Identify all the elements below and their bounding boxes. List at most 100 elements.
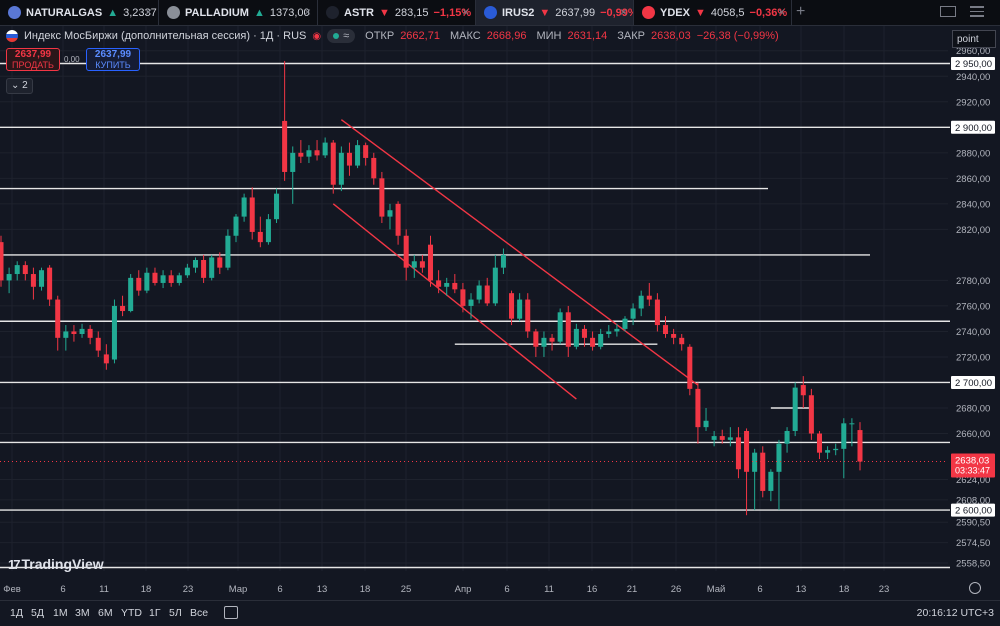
indicator-count: 2: [22, 80, 28, 91]
settings-gear-icon[interactable]: [969, 582, 981, 594]
candle-body: [525, 299, 531, 332]
candle-body: [87, 328, 93, 338]
market-status-pill[interactable]: ≈: [327, 29, 356, 43]
candle-body: [679, 337, 685, 345]
candle-body: [0, 242, 4, 281]
candle-body: [314, 150, 320, 156]
buy-button[interactable]: 2637,99 КУПИТЬ: [86, 48, 140, 71]
tradingview-logo[interactable]: 17 TradingView: [8, 556, 104, 572]
candle-body: [573, 328, 579, 347]
candle-body: [55, 299, 61, 338]
price-tick-label: 2680,00: [956, 404, 990, 415]
candle-body: [257, 231, 263, 243]
time-tick-label: Мар: [229, 584, 248, 595]
candle-body: [298, 152, 304, 157]
candle-body: [849, 423, 855, 425]
candle-body: [363, 145, 369, 158]
symbol-title[interactable]: Индекс МосБиржи (дополнительная сессия) …: [24, 30, 306, 42]
time-tick-label: Май: [707, 584, 726, 595]
candle-body: [136, 277, 142, 291]
candle-body: [744, 430, 750, 472]
close-value: 2638,03: [650, 30, 691, 42]
candle-body: [103, 354, 109, 364]
alert-bell-icon[interactable]: ◉: [312, 31, 321, 42]
candle-body: [687, 346, 693, 389]
time-tick-label: 11: [99, 584, 109, 595]
candle-body: [590, 337, 596, 347]
plot-area: [0, 26, 950, 571]
range-5Д[interactable]: 5Д: [31, 607, 44, 619]
candle-body: [6, 274, 12, 281]
candle-body: [727, 437, 733, 440]
price-tick-label: 2920,00: [956, 97, 990, 108]
candle-body: [630, 308, 636, 319]
candle-body: [152, 272, 158, 283]
time-tick-label: 6: [277, 584, 282, 595]
range-1Д[interactable]: 1Д: [10, 607, 23, 619]
time-tick-label: 23: [183, 584, 194, 595]
range-1М[interactable]: 1М: [53, 607, 68, 619]
time-tick-label: 26: [671, 584, 682, 595]
candle-body: [533, 331, 539, 347]
candle-body: [695, 388, 701, 428]
time-tick-label: 21: [627, 584, 638, 595]
candle-body: [444, 282, 450, 287]
sell-price: 2637,99: [14, 49, 52, 60]
candle-body: [460, 289, 466, 306]
candle-body: [30, 274, 36, 287]
level-price-label: 2 900,00: [955, 123, 992, 134]
candle-body: [468, 299, 474, 306]
symbol-legend: Индекс МосБиржи (дополнительная сессия) …: [6, 29, 779, 43]
candle-body: [71, 331, 77, 335]
candle-body: [47, 267, 53, 300]
range-5Л[interactable]: 5Л: [169, 607, 182, 619]
candle-body: [168, 275, 174, 283]
countdown-label: 03:33:47: [955, 466, 990, 476]
time-tick-label: 18: [360, 584, 371, 595]
candle-body: [184, 267, 190, 276]
price-tick-label: 2860,00: [956, 174, 990, 185]
price-tick-label: 2780,00: [956, 276, 990, 287]
candle-body: [427, 244, 434, 281]
close-label: ЗАКР: [617, 30, 645, 42]
candle-body: [144, 272, 150, 291]
calendar-icon[interactable]: [224, 606, 238, 619]
candle-body: [622, 318, 628, 329]
candle-body: [565, 312, 571, 347]
candle-body: [176, 275, 182, 283]
candle-body: [79, 328, 85, 335]
sell-button[interactable]: 2637,99 ПРОДАТЬ: [6, 48, 60, 71]
candle-body: [403, 235, 409, 268]
range-YTD[interactable]: YTD: [121, 607, 142, 619]
candle-body: [201, 259, 207, 278]
candle-body: [249, 197, 255, 232]
price-chart[interactable]: 2960,002940,002920,002880,002860,002840,…: [0, 0, 1000, 625]
point-input[interactable]: point: [952, 30, 996, 48]
price-tick-label: 2660,00: [956, 429, 990, 440]
clock[interactable]: 20:16:12 UTC+3: [917, 607, 994, 619]
candle-body: [395, 203, 401, 236]
time-tick-label: 11: [544, 584, 554, 595]
price-tick-label: 2880,00: [956, 148, 990, 159]
candle-body: [217, 257, 223, 268]
candle-body: [711, 436, 717, 440]
indicators-collapse-button[interactable]: ⌄ 2: [6, 78, 33, 94]
candle-body: [436, 280, 442, 287]
range-6М[interactable]: 6М: [98, 607, 113, 619]
candle-body: [760, 452, 766, 491]
candle-body: [128, 277, 134, 312]
range-Все[interactable]: Все: [190, 607, 208, 619]
candle-body: [371, 157, 377, 179]
time-tick-label: 23: [879, 584, 890, 595]
time-tick-label: 6: [60, 584, 65, 595]
candle-body: [484, 285, 490, 304]
candle-body: [833, 448, 839, 451]
candle-body: [517, 299, 523, 319]
price-tick-label: 2574,50: [956, 538, 990, 549]
candle-body: [541, 337, 547, 347]
candle-body: [387, 210, 393, 217]
candle-body: [606, 331, 612, 335]
range-3М[interactable]: 3М: [75, 607, 90, 619]
candle-body: [346, 152, 352, 166]
range-1Г[interactable]: 1Г: [149, 607, 161, 619]
